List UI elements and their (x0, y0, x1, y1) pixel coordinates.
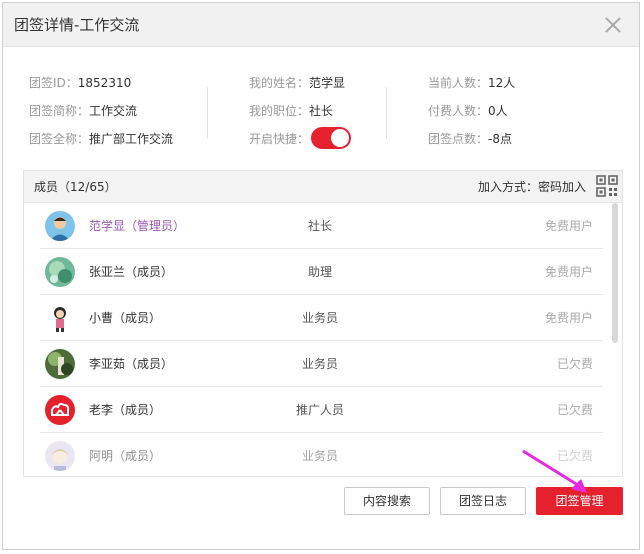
my-position-label: 我的职位： (249, 104, 310, 118)
info-divider (207, 87, 208, 139)
members-panel: 成员（12/65） 加入方式：密码加入 范学显（管理员） 社长 免费用户 张亚兰… (23, 170, 623, 477)
member-role: 业务员 (301, 357, 338, 371)
avatar (45, 349, 75, 379)
member-name: 范学显（管理员） (89, 219, 186, 233)
member-row[interactable]: 阿明（成员） 业务员 已欠费 (40, 433, 603, 476)
member-role: 助理 (307, 265, 332, 279)
members-list: 范学显（管理员） 社长 免费用户 张亚兰（成员） 助理 免费用户 小曹（成员） … (24, 203, 622, 476)
short-name-value: 工作交流 (89, 104, 138, 118)
group-detail-dialog: 团签详情-工作交流 团签ID：1852310 团签简称：工作交流 团签全称：推广… (2, 2, 640, 550)
group-id-value: 1852310 (77, 76, 132, 90)
my-position-value: 社长 (309, 104, 334, 118)
info-my-position: 我的职位：社长 (249, 101, 389, 129)
member-role: 推广人员 (295, 403, 344, 417)
info-full-name: 团签全称：推广部工作交流 (29, 129, 209, 157)
full-name-label: 团签全称： (29, 132, 90, 146)
member-role: 业务员 (301, 311, 338, 325)
content-search-button[interactable]: 内容搜索 (344, 487, 430, 515)
member-status: 已欠费 (556, 357, 593, 371)
member-role: 业务员 (301, 449, 338, 463)
group-id-label: 团签ID： (29, 76, 78, 90)
members-title: 成员（12/65） (34, 180, 117, 194)
join-method: 加入方式：密码加入 (477, 180, 586, 194)
qr-code-icon[interactable] (596, 175, 618, 197)
toggle-knob (331, 129, 350, 147)
info-group-id: 团签ID：1852310 (29, 73, 209, 101)
dialog-title: 团签详情-工作交流 (14, 16, 140, 34)
info-current-count: 当前人数：12人 (428, 73, 568, 101)
member-status: 已欠费 (556, 403, 593, 417)
full-name-value: 推广部工作交流 (89, 132, 174, 146)
info-column-2: 我的姓名：范学显 我的职位：社长 开启快捷： (249, 73, 389, 157)
current-count-value: 12人 (488, 76, 516, 90)
member-row[interactable]: 老李（成员） 推广人员 已欠费 (40, 387, 603, 433)
avatar (45, 395, 75, 425)
points-value: -8点 (488, 132, 512, 146)
paid-count-label: 付费人数： (428, 104, 489, 118)
group-log-button[interactable]: 团签日志 (440, 487, 526, 515)
member-row[interactable]: 小曹（成员） 业务员 免费用户 (40, 295, 603, 341)
dialog-titlebar: 团签详情-工作交流 (3, 3, 639, 47)
member-name: 张亚兰（成员） (89, 265, 174, 279)
info-column-3: 当前人数：12人 付费人数：0人 团签点数：-8点 (428, 73, 568, 157)
avatar (45, 303, 75, 333)
member-name: 老李（成员） (89, 403, 162, 417)
member-name: 阿明（成员） (89, 449, 162, 463)
members-header: 成员（12/65） 加入方式：密码加入 (24, 171, 622, 203)
info-points: 团签点数：-8点 (428, 129, 568, 157)
members-scrollbar[interactable] (612, 203, 618, 343)
member-row[interactable]: 李亚茹（成员） 业务员 已欠费 (40, 341, 603, 387)
quick-toggle-label: 开启快捷： (249, 132, 310, 146)
points-label: 团签点数： (428, 132, 489, 146)
member-role: 社长 (307, 219, 332, 233)
info-short-name: 团签简称：工作交流 (29, 101, 209, 129)
short-name-label: 团签简称： (29, 104, 90, 118)
member-status: 免费用户 (544, 265, 593, 279)
member-row[interactable]: 范学显（管理员） 社长 免费用户 (40, 203, 603, 249)
my-name-label: 我的姓名： (249, 76, 310, 90)
info-my-name: 我的姓名：范学显 (249, 73, 389, 101)
pointer-arrow-icon (522, 449, 587, 493)
paid-count-value: 0人 (488, 104, 508, 118)
info-column-1: 团签ID：1852310 团签简称：工作交流 团签全称：推广部工作交流 (29, 73, 209, 157)
avatar (45, 441, 75, 471)
member-status: 免费用户 (544, 219, 593, 233)
member-name: 李亚茹（成员） (89, 357, 174, 371)
member-status: 免费用户 (544, 311, 593, 325)
avatar (45, 257, 75, 287)
info-paid-count: 付费人数：0人 (428, 101, 568, 129)
quick-toggle-switch[interactable] (311, 127, 352, 149)
info-divider (386, 87, 387, 139)
my-name-value: 范学显 (309, 76, 346, 90)
info-quick-toggle: 开启快捷： (249, 127, 389, 157)
close-icon[interactable] (605, 17, 621, 33)
member-name: 小曹（成员） (89, 311, 162, 325)
avatar (45, 211, 75, 241)
current-count-label: 当前人数： (428, 76, 489, 90)
member-row[interactable]: 张亚兰（成员） 助理 免费用户 (40, 249, 603, 295)
